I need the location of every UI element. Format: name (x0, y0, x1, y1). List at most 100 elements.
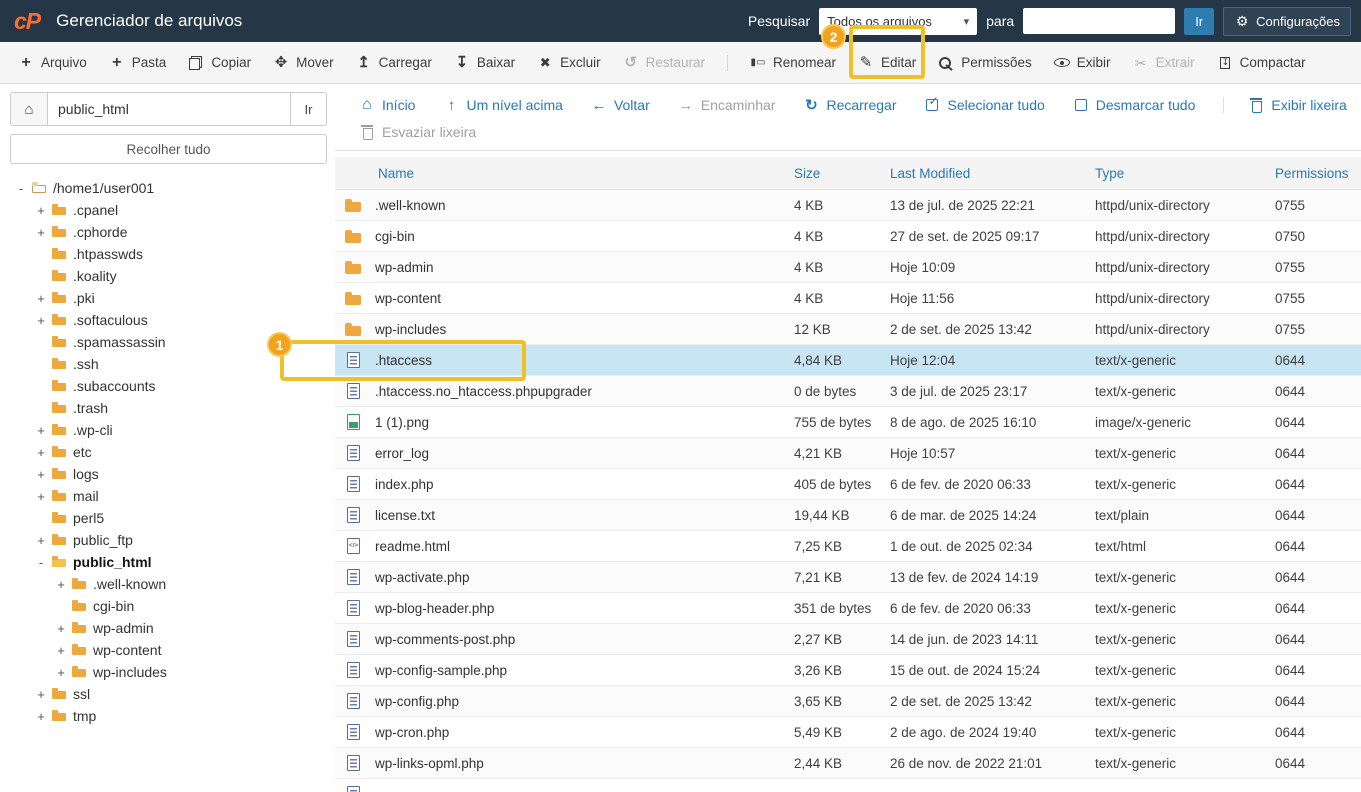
table-row[interactable]: wp-comments-post.php 2,27 KB 14 de jun. … (335, 624, 1361, 655)
expander-icon[interactable]: + (36, 203, 46, 218)
nav-item-um-n-vel-acima[interactable]: Um nível acima (443, 97, 562, 113)
tree-item--well-known[interactable]: + .well-known (10, 573, 327, 595)
expander-icon[interactable]: + (36, 445, 46, 460)
expander-icon[interactable]: - (16, 181, 26, 196)
nav-item-selecionar-tudo[interactable]: Selecionar tudo (924, 95, 1045, 113)
tree-item-mail[interactable]: + mail (10, 485, 327, 507)
expander-icon[interactable]: + (56, 643, 66, 658)
tree-item--ssh[interactable]: .ssh (10, 353, 327, 375)
column-header-last-modified[interactable]: Last Modified (884, 166, 1089, 181)
tree-item--home1-user001[interactable]: - /home1/user001 (10, 177, 327, 199)
expander-icon[interactable]: + (36, 313, 46, 328)
search-go-button[interactable]: Ir (1184, 7, 1215, 35)
table-row[interactable]: cgi-bin 4 KB 27 de set. de 2025 09:17 ht… (335, 221, 1361, 252)
table-row[interactable]: .well-known 4 KB 13 de jul. de 2025 22:2… (335, 190, 1361, 221)
tree-item--cphorde[interactable]: + .cphorde (10, 221, 327, 243)
toolbar-item-carregar[interactable]: Carregar (356, 55, 432, 71)
tree-item-cgi-bin[interactable]: cgi-bin (10, 595, 327, 617)
table-row[interactable]: wp-config-sample.php 3,26 KB 15 de out. … (335, 655, 1361, 686)
toolbar-item-mover[interactable]: Mover (273, 55, 334, 71)
table-row[interactable]: wp-content 4 KB Hoje 11:56 httpd/unix-di… (335, 283, 1361, 314)
tree-item--subaccounts[interactable]: .subaccounts (10, 375, 327, 397)
tree-item-public-html[interactable]: - public_html (10, 551, 327, 573)
toolbar-item-pasta[interactable]: Pasta (109, 55, 167, 71)
table-row[interactable]: wp-config.php 3,65 KB 2 de set. de 2025 … (335, 686, 1361, 717)
expander-icon[interactable]: + (56, 577, 66, 592)
tree-item-perl5[interactable]: perl5 (10, 507, 327, 529)
path-go-button[interactable]: Ir (291, 92, 327, 126)
expander-icon[interactable]: + (36, 489, 46, 504)
tree-item-wp-admin[interactable]: + wp-admin (10, 617, 327, 639)
nav-item-encaminhar[interactable]: Encaminhar (678, 97, 776, 113)
expander-icon[interactable]: - (36, 555, 46, 570)
nav-item-recarregar[interactable]: Recarregar (803, 97, 896, 113)
column-header-size[interactable]: Size (789, 166, 884, 181)
tree-item--spamassassin[interactable]: .spamassassin (10, 331, 327, 353)
expander-icon[interactable]: + (56, 621, 66, 636)
expander-icon[interactable]: + (36, 467, 46, 482)
table-row[interactable]: wp-blog-header.php 351 de bytes 6 de fev… (335, 593, 1361, 624)
table-row[interactable]: wp-includes 12 KB 2 de set. de 2025 13:4… (335, 314, 1361, 345)
expander-icon[interactable]: + (36, 709, 46, 724)
expander-icon[interactable]: + (36, 687, 46, 702)
path-input[interactable] (48, 92, 291, 126)
table-row[interactable] (335, 779, 1361, 792)
table-row[interactable]: wp-admin 4 KB Hoje 10:09 httpd/unix-dire… (335, 252, 1361, 283)
table-row[interactable]: wp-activate.php 7,21 KB 13 de fev. de 20… (335, 562, 1361, 593)
table-row[interactable]: license.txt 19,44 KB 6 de mar. de 2025 1… (335, 500, 1361, 531)
table-row[interactable]: index.php 405 de bytes 6 de fev. de 2020… (335, 469, 1361, 500)
home-icon (359, 97, 375, 113)
tree-item-public-ftp[interactable]: + public_ftp (10, 529, 327, 551)
nav-item-voltar[interactable]: Voltar (591, 97, 650, 113)
tree-item--softaculous[interactable]: + .softaculous (10, 309, 327, 331)
toolbar-item-arquivo[interactable]: Arquivo (18, 55, 87, 71)
tree-item--trash[interactable]: .trash (10, 397, 327, 419)
table-row[interactable]: error_log 4,21 KB Hoje 10:57 text/x-gene… (335, 438, 1361, 469)
toolbar-item-renomear[interactable]: Renomear (726, 54, 836, 71)
toolbar-item-exibir[interactable]: Exibir (1053, 55, 1111, 71)
table-row[interactable]: readme.html 7,25 KB 1 de out. de 2025 02… (335, 531, 1361, 562)
toolbar-item-restaurar[interactable]: Restaurar (623, 55, 705, 71)
table-row[interactable]: .htaccess.no_htaccess.phpupgrader 0 de b… (335, 376, 1361, 407)
settings-button[interactable]: ⚙ Configurações (1223, 6, 1351, 36)
search-scope-select[interactable]: Todos os arquivos ▾ (819, 7, 978, 35)
tree-item--wp-cli[interactable]: + .wp-cli (10, 419, 327, 441)
tree-item-tmp[interactable]: + tmp (10, 705, 327, 727)
table-row[interactable]: .htaccess 4,84 KB Hoje 12:04 text/x-gene… (335, 345, 1361, 376)
table-row[interactable]: wp-links-opml.php 2,44 KB 26 de nov. de … (335, 748, 1361, 779)
expander-icon[interactable]: + (36, 533, 46, 548)
column-header-permissions[interactable]: Permissions (1269, 166, 1361, 181)
tree-item-wp-content[interactable]: + wp-content (10, 639, 327, 661)
table-row[interactable]: 1 (1).png 755 de bytes 8 de ago. de 2025… (335, 407, 1361, 438)
expander-icon[interactable]: + (36, 291, 46, 306)
search-input[interactable] (1023, 8, 1176, 34)
toolbar-item-extrair[interactable]: Extrair (1133, 55, 1195, 71)
home-button[interactable]: ⌂ (10, 92, 48, 126)
toolbar-item-compactar[interactable]: Compactar (1217, 55, 1306, 71)
nav-item-desmarcar-tudo[interactable]: Desmarcar tudo (1073, 97, 1195, 113)
expander-icon[interactable]: + (36, 423, 46, 438)
tree-item--pki[interactable]: + .pki (10, 287, 327, 309)
tree-item--koality[interactable]: .koality (10, 265, 327, 287)
toolbar-item-copiar[interactable]: Copiar (188, 55, 251, 71)
table-row[interactable]: wp-cron.php 5,49 KB 2 de ago. de 2024 19… (335, 717, 1361, 748)
tree-item-wp-includes[interactable]: + wp-includes (10, 661, 327, 683)
toolbar-item-permiss-es[interactable]: Permissões (938, 55, 1032, 71)
toolbar-item-editar[interactable]: Editar (858, 55, 916, 71)
tree-item-logs[interactable]: + logs (10, 463, 327, 485)
nav-item-exibir-lixeira[interactable]: Exibir lixeira (1223, 97, 1347, 113)
collapse-all-button[interactable]: Recolher tudo (10, 134, 327, 164)
expander-icon[interactable]: + (56, 665, 66, 680)
column-header-type[interactable]: Type (1089, 166, 1269, 181)
toolbar-item-baixar[interactable]: Baixar (454, 55, 515, 71)
tree-item--cpanel[interactable]: + .cpanel (10, 199, 327, 221)
tree-item-etc[interactable]: + etc (10, 441, 327, 463)
chevron-down-icon: ▾ (963, 15, 970, 28)
nav-item-in-cio[interactable]: Início (359, 97, 415, 113)
tree-item-ssl[interactable]: + ssl (10, 683, 327, 705)
nav-item-esvaziar-lixeira[interactable]: Esvaziar lixeira (359, 124, 476, 140)
column-header-name[interactable]: Name (335, 166, 789, 181)
tree-item--htpasswds[interactable]: .htpasswds (10, 243, 327, 265)
expander-icon[interactable]: + (36, 225, 46, 240)
toolbar-item-excluir[interactable]: Excluir (537, 55, 601, 71)
